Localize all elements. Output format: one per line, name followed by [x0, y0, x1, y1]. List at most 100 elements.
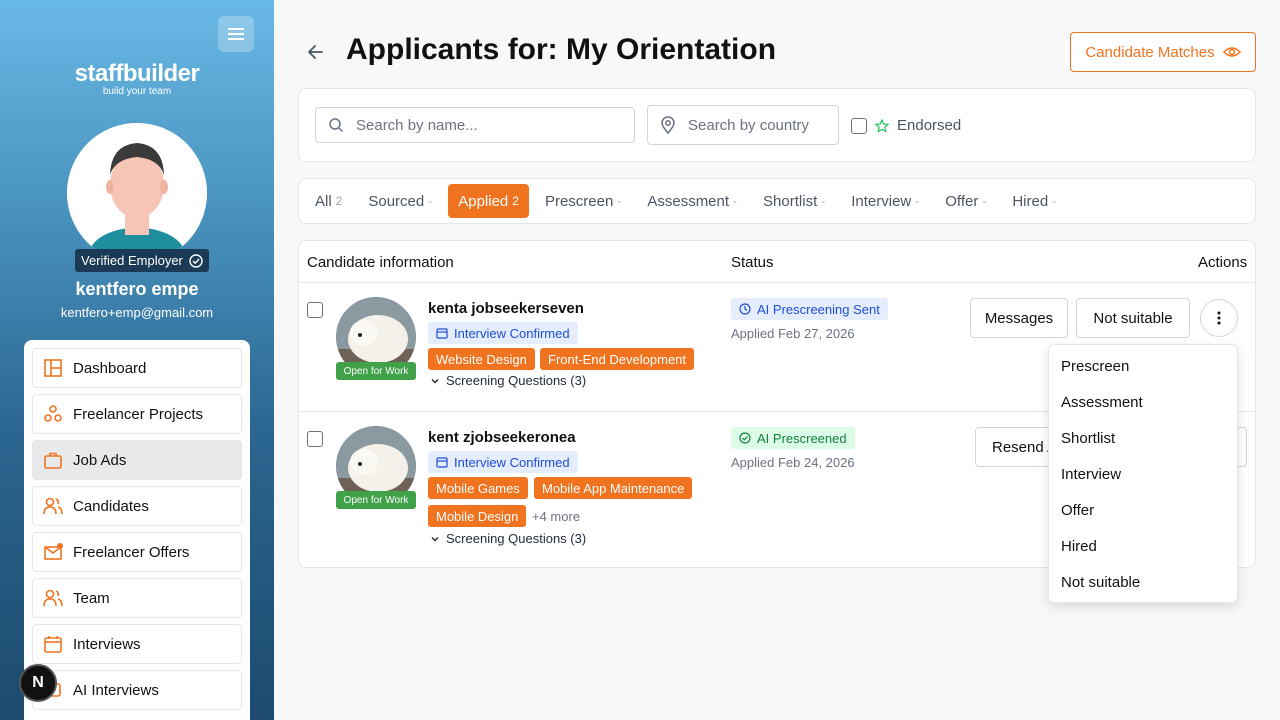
sidebar-item-freelancer-offers[interactable]: Freelancer Offers — [32, 532, 242, 572]
screening-questions-label: Screening Questions (3) — [446, 531, 587, 546]
tab-label: Applied — [458, 192, 509, 210]
calendar-icon — [44, 636, 62, 653]
tab-label: Offer — [945, 192, 979, 210]
skill-tag: Front-End Development — [540, 348, 695, 370]
stage-dropdown-menu: Prescreen Assessment Shortlist Interview… — [1048, 344, 1238, 603]
sidebar-item-ai-interviews[interactable]: AI Interviews — [32, 670, 242, 710]
more-skills-link[interactable]: +4 more — [532, 509, 580, 524]
tab-interview[interactable]: Interview - — [841, 184, 929, 218]
messages-button[interactable]: Messages — [970, 298, 1068, 338]
sidebar-item-dashboard[interactable]: Dashboard — [32, 348, 242, 388]
applied-date: Applied Feb 24, 2026 — [731, 455, 855, 470]
user-name: kentfero empe — [75, 279, 199, 299]
menu-item-shortlist[interactable]: Shortlist — [1049, 421, 1237, 457]
tab-applied[interactable]: Applied 2 — [448, 184, 529, 218]
tab-label: Sourced — [368, 192, 425, 210]
open-for-work-badge: Open for Work — [336, 491, 416, 509]
interview-confirmed-label: Interview Confirmed — [454, 454, 570, 470]
sidebar-item-label: Job Ads — [73, 451, 127, 469]
status-badge: AI Prescreened — [731, 427, 855, 449]
mail-notification-icon — [44, 543, 63, 560]
star-icon — [875, 118, 889, 133]
name-search-placeholder: Search by name... — [356, 116, 478, 134]
screening-questions-toggle[interactable]: Screening Questions (3) — [430, 373, 586, 388]
sidebar-item-label: Interviews — [73, 635, 141, 653]
sidebar-item-label: Freelancer Offers — [73, 543, 190, 561]
tab-count: 2 — [512, 194, 519, 208]
screening-questions-toggle[interactable]: Screening Questions (3) — [430, 531, 586, 546]
sidebar-item-interviews[interactable]: Interviews — [32, 624, 242, 664]
candidate-name[interactable]: kent zjobseekeronea — [428, 429, 576, 446]
verified-employer-badge: Verified Employer — [75, 249, 209, 272]
logo[interactable]: staffbuilder build your team — [0, 60, 274, 97]
menu-item-assessment[interactable]: Assessment — [1049, 385, 1237, 421]
more-vertical-icon — [1217, 311, 1221, 325]
tab-count: - — [915, 194, 920, 208]
avatar — [67, 123, 207, 263]
arrow-left-icon — [308, 45, 323, 59]
projects-icon — [44, 405, 62, 422]
tab-assessment[interactable]: Assessment - — [637, 184, 747, 218]
chevron-down-icon — [431, 378, 439, 383]
status-label: AI Prescreening Sent — [757, 301, 880, 317]
tab-label: Shortlist — [763, 192, 818, 210]
menu-item-hired[interactable]: Hired — [1049, 529, 1237, 565]
column-header-actions: Actions — [1198, 254, 1248, 271]
dev-tools-badge[interactable]: N — [19, 664, 57, 702]
hamburger-icon — [228, 28, 244, 40]
candidate-matches-button[interactable]: Candidate Matches — [1070, 32, 1256, 72]
country-search-input[interactable]: Search by country — [647, 105, 839, 145]
row-select-checkbox[interactable] — [307, 431, 323, 447]
status-label: AI Prescreened — [757, 430, 847, 446]
tab-label: Interview — [851, 192, 912, 210]
sidebar-item-freelancer-projects[interactable]: Freelancer Projects — [32, 394, 242, 434]
stage-tabs: All 2 Sourced - Applied 2 Prescreen - Assess… — [298, 178, 1256, 224]
tab-offer[interactable]: Offer - — [935, 184, 996, 218]
tab-hired[interactable]: Hired - — [1002, 184, 1066, 218]
tab-prescreen[interactable]: Prescreen - — [535, 184, 631, 218]
tab-all[interactable]: All 2 — [305, 184, 352, 218]
interview-confirmed-badge: Interview Confirmed — [428, 322, 578, 344]
menu-item-not-suitable[interactable]: Not suitable — [1049, 565, 1237, 601]
sidebar-item-team[interactable]: Team — [32, 578, 242, 618]
candidate-matches-label: Candidate Matches — [1085, 43, 1215, 61]
menu-item-interview[interactable]: Interview — [1049, 457, 1237, 493]
tab-shortlist[interactable]: Shortlist - — [753, 184, 835, 218]
menu-item-offer[interactable]: Offer — [1049, 493, 1237, 529]
menu-item-prescreen[interactable]: Prescreen — [1049, 349, 1237, 385]
tab-label: Hired — [1012, 192, 1049, 210]
tab-count: - — [982, 194, 987, 208]
sidebar-item-label: AI Interviews — [73, 681, 159, 699]
verified-label: Verified Employer — [81, 253, 183, 268]
sidebar-item-label: Freelancer Projects — [73, 405, 204, 423]
sidebar-nav: Dashboard Freelancer Projects Job Ads Ca… — [24, 340, 250, 720]
tab-sourced[interactable]: Sourced - — [358, 184, 442, 218]
skill-tag: Mobile Design — [428, 505, 527, 527]
calendar-icon — [436, 457, 448, 468]
skill-tag: Mobile App Maintenance — [534, 477, 693, 499]
logo-name: staffbuilder — [74, 60, 200, 87]
dashboard-icon — [44, 359, 62, 377]
not-suitable-button[interactable]: Not suitable — [1076, 298, 1190, 338]
menu-toggle-button[interactable] — [218, 16, 254, 52]
back-button[interactable] — [306, 42, 326, 62]
endorsed-filter[interactable]: Endorsed — [851, 117, 961, 134]
sidebar-item-label: Dashboard — [73, 359, 147, 377]
more-actions-button[interactable] — [1200, 299, 1238, 337]
name-search-input[interactable]: Search by name... — [315, 107, 635, 143]
tab-count: - — [821, 194, 826, 208]
users-icon — [43, 497, 63, 515]
sidebar-item-job-ads[interactable]: Job Ads — [32, 440, 242, 480]
open-for-work-badge: Open for Work — [336, 362, 416, 380]
sidebar-item-label: Team — [73, 589, 110, 607]
column-header-status: Status — [731, 254, 774, 271]
search-icon — [329, 118, 344, 133]
candidate-name[interactable]: kenta jobseekerseven — [428, 300, 584, 317]
tab-label: Prescreen — [544, 192, 614, 210]
sidebar-item-candidates[interactable]: Candidates — [32, 486, 242, 526]
tab-count: - — [1052, 194, 1057, 208]
row-select-checkbox[interactable] — [307, 302, 323, 318]
endorsed-checkbox[interactable] — [851, 117, 867, 134]
skill-tag: Website Design — [428, 348, 535, 370]
chevron-down-icon — [431, 536, 439, 541]
